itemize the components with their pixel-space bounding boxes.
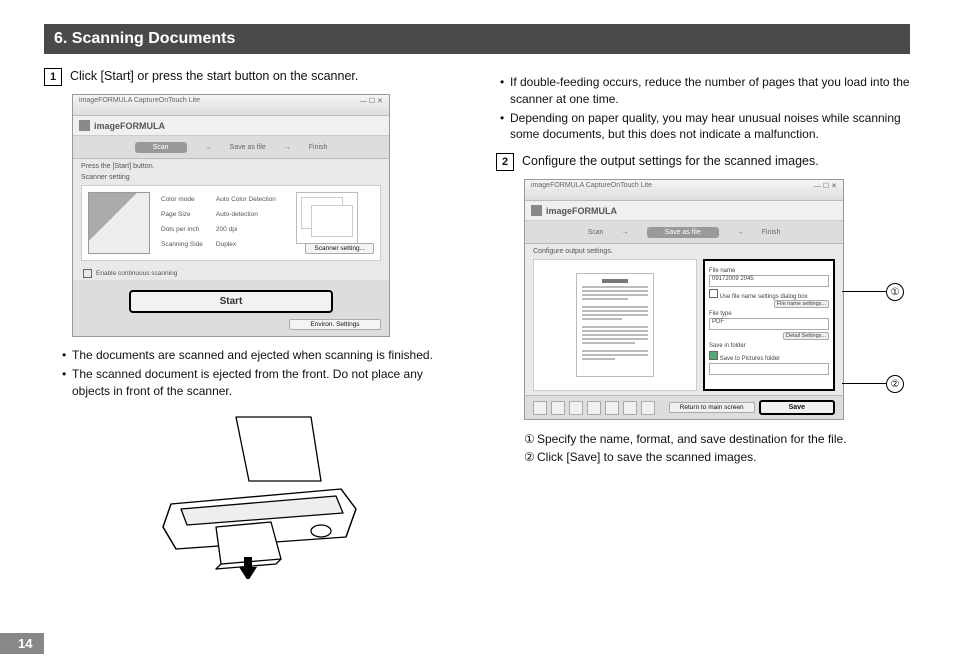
callout-1: ①: [886, 283, 904, 301]
window-controls: — ☐ ✕: [814, 182, 837, 198]
right-column: If double-feeding occurs, reduce the num…: [496, 68, 910, 579]
document-stack-icon: [296, 192, 358, 244]
page-number: 14: [0, 633, 44, 654]
ribbon-finish: Finish: [309, 144, 328, 151]
callout-explanations: ①Specify the name, format, and save dest…: [524, 430, 910, 466]
preview-pane: [533, 259, 697, 391]
filename-field[interactable]: 09172009 2045: [709, 275, 829, 287]
callout-2: ②: [886, 375, 904, 393]
ribbon-save: Save as file: [230, 144, 266, 151]
explain-1: Specify the name, format, and save desti…: [537, 432, 847, 446]
nav-first-icon[interactable]: [533, 401, 547, 415]
nav-page-icon: [569, 401, 583, 415]
step-ribbon: Scan→ Save as file→ Finish: [525, 221, 843, 244]
ribbon-finish: Finish: [762, 229, 781, 236]
step-2-number: 2: [496, 153, 514, 171]
document-preview: [576, 273, 654, 377]
brand-logo: [531, 205, 542, 216]
nav-prev-icon[interactable]: [551, 401, 565, 415]
nav-icon[interactable]: [641, 401, 655, 415]
scanner-setting-label: Scanner setting: [73, 174, 389, 185]
brand-logo: [79, 120, 90, 131]
save-button[interactable]: Save: [759, 400, 835, 415]
window-controls: — ☐ ✕: [360, 97, 383, 113]
step-2-text: Configure the output settings for the sc…: [522, 153, 819, 168]
step-ribbon: Scan→ Save as file→ Finish: [73, 136, 389, 159]
nav-next-icon[interactable]: [587, 401, 601, 415]
explain-2: Click [Save] to save the scanned images.: [537, 450, 756, 464]
filename-dialog-checkbox[interactable]: [709, 289, 718, 298]
ribbon-save: Save as file: [647, 227, 719, 238]
brand-text: imageFORMULA: [546, 206, 617, 216]
circled-2: ②: [524, 448, 537, 466]
note-item: Depending on paper quality, you may hear…: [500, 110, 910, 144]
environ-settings-button[interactable]: Environ. Settings: [289, 319, 381, 330]
scanner-illustration: [121, 409, 381, 579]
callout-line-2: [842, 383, 886, 384]
instruction-label: Configure output settings.: [525, 244, 843, 259]
notes-left: The documents are scanned and ejected wh…: [62, 347, 458, 399]
filetype-label: File type: [709, 311, 829, 317]
start-button[interactable]: Start: [129, 290, 333, 313]
step-1-text: Click [Start] or press the start button …: [70, 68, 358, 83]
savefolder-label: Save in folder: [709, 343, 829, 349]
section-header: 6. Scanning Documents: [44, 24, 910, 54]
notes-right: If double-feeding occurs, reduce the num…: [500, 74, 910, 143]
screenshot-scan: imageFORMULA CaptureOnTouch Lite — ☐ ✕ im…: [72, 94, 390, 337]
window-title: imageFORMULA CaptureOnTouch Lite: [79, 97, 200, 113]
instruction-label: Press the [Start] button.: [73, 159, 389, 174]
save-pictures-label: Save to Pictures folder: [720, 356, 780, 362]
circled-1: ①: [524, 430, 537, 448]
continuous-checkbox[interactable]: [83, 269, 92, 278]
zoom-icon[interactable]: [623, 401, 637, 415]
filename-settings-button[interactable]: File name settings...: [774, 300, 829, 308]
continuous-label: Enable continuous scanning: [96, 270, 177, 277]
detail-settings-button[interactable]: Detail Settings...: [783, 332, 829, 340]
note-item: The scanned document is ejected from the…: [62, 366, 458, 400]
filename-label: File name: [709, 268, 829, 274]
savefolder-field[interactable]: [709, 363, 829, 375]
ribbon-scan: Scan: [588, 229, 604, 236]
left-column: 1 Click [Start] or press the start butto…: [44, 68, 458, 579]
ribbon-scan: Scan: [135, 142, 187, 153]
note-item: If double-feeding occurs, reduce the num…: [500, 74, 910, 108]
brand-text: imageFORMULA: [94, 121, 165, 131]
return-button[interactable]: Return to main screen: [669, 402, 755, 413]
output-settings-panel: File name 09172009 2045 Use file name se…: [703, 259, 835, 391]
preview-thumb: [88, 192, 150, 254]
filename-dialog-label: Use file name settings dialog box: [720, 294, 808, 300]
callout-line-1: [842, 291, 886, 292]
nav-last-icon[interactable]: [605, 401, 619, 415]
filetype-select[interactable]: PDF: [709, 318, 829, 330]
scanner-setting-button[interactable]: Scanner setting...: [305, 243, 374, 254]
bottom-toolbar: Return to main screen Save: [525, 395, 843, 419]
scanner-setting-panel: Color modeAuto Color Detection Page Size…: [81, 185, 381, 261]
settings-table: Color modeAuto Color Detection Page Size…: [158, 192, 288, 254]
window-title: imageFORMULA CaptureOnTouch Lite: [531, 182, 652, 198]
save-pictures-checkbox[interactable]: [709, 351, 718, 360]
note-item: The documents are scanned and ejected wh…: [62, 347, 458, 364]
screenshot-output: imageFORMULA CaptureOnTouch Lite — ☐ ✕ im…: [524, 179, 844, 420]
step-1-number: 1: [44, 68, 62, 86]
